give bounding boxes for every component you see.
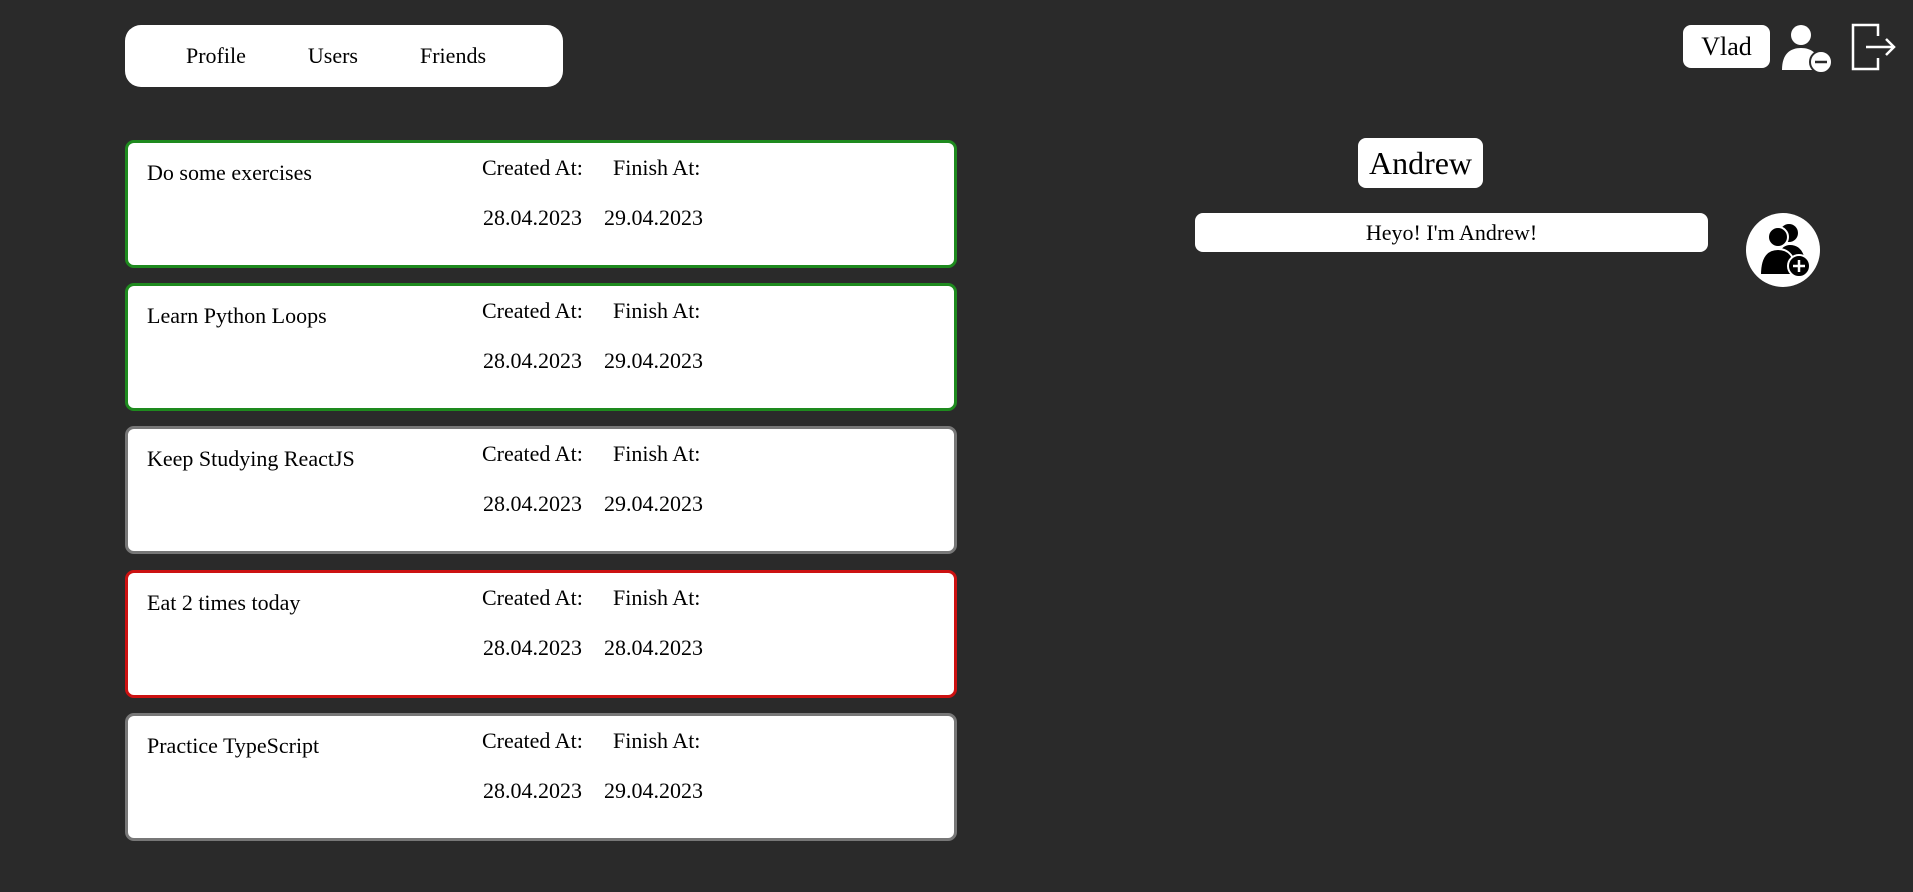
task-card[interactable]: Practice TypeScript Created At: Finish A… [125,713,957,841]
created-at-label: Created At: [482,728,583,753]
finish-at-value: 28.04.2023 [604,635,703,660]
task-title: Eat 2 times today [147,590,301,615]
user-minus-icon[interactable] [1780,24,1836,76]
top-nav: Profile Users Friends [125,25,563,87]
current-user-badge[interactable]: Vlad [1683,25,1770,68]
created-at-value: 28.04.2023 [483,205,582,230]
finish-at-label: Finish At: [613,728,701,753]
task-title: Keep Studying ReactJS [147,446,355,471]
created-at-value: 28.04.2023 [483,348,582,373]
finish-at-value: 29.04.2023 [604,348,703,373]
task-card[interactable]: Keep Studying ReactJS Created At: Finish… [125,426,957,554]
finish-at-value: 29.04.2023 [604,491,703,516]
created-at-label: Created At: [482,441,583,466]
finish-at-label: Finish At: [613,585,701,610]
nav-friends-link[interactable]: Friends [420,43,486,69]
created-at-value: 28.04.2023 [483,778,582,803]
finish-at-label: Finish At: [613,155,701,180]
friend-bio: Heyo! I'm Andrew! [1195,213,1708,252]
task-title: Learn Python Loops [147,303,327,328]
finish-at-value: 29.04.2023 [604,778,703,803]
task-card[interactable]: Learn Python Loops Created At: Finish At… [125,283,957,411]
friend-name: Andrew [1358,138,1483,188]
created-at-label: Created At: [482,585,583,610]
created-at-value: 28.04.2023 [483,491,582,516]
finish-at-label: Finish At: [613,441,701,466]
created-at-value: 28.04.2023 [483,635,582,660]
task-card[interactable]: Eat 2 times today Created At: Finish At:… [125,570,957,698]
nav-users-link[interactable]: Users [308,43,358,69]
add-friend-icon[interactable] [1746,213,1820,287]
task-title: Do some exercises [147,160,312,185]
logout-icon[interactable] [1850,22,1898,72]
task-card[interactable]: Do some exercises Created At: Finish At:… [125,140,957,268]
finish-at-value: 29.04.2023 [604,205,703,230]
created-at-label: Created At: [482,155,583,180]
finish-at-label: Finish At: [613,298,701,323]
nav-profile-link[interactable]: Profile [186,43,246,69]
task-title: Practice TypeScript [147,733,320,758]
created-at-label: Created At: [482,298,583,323]
